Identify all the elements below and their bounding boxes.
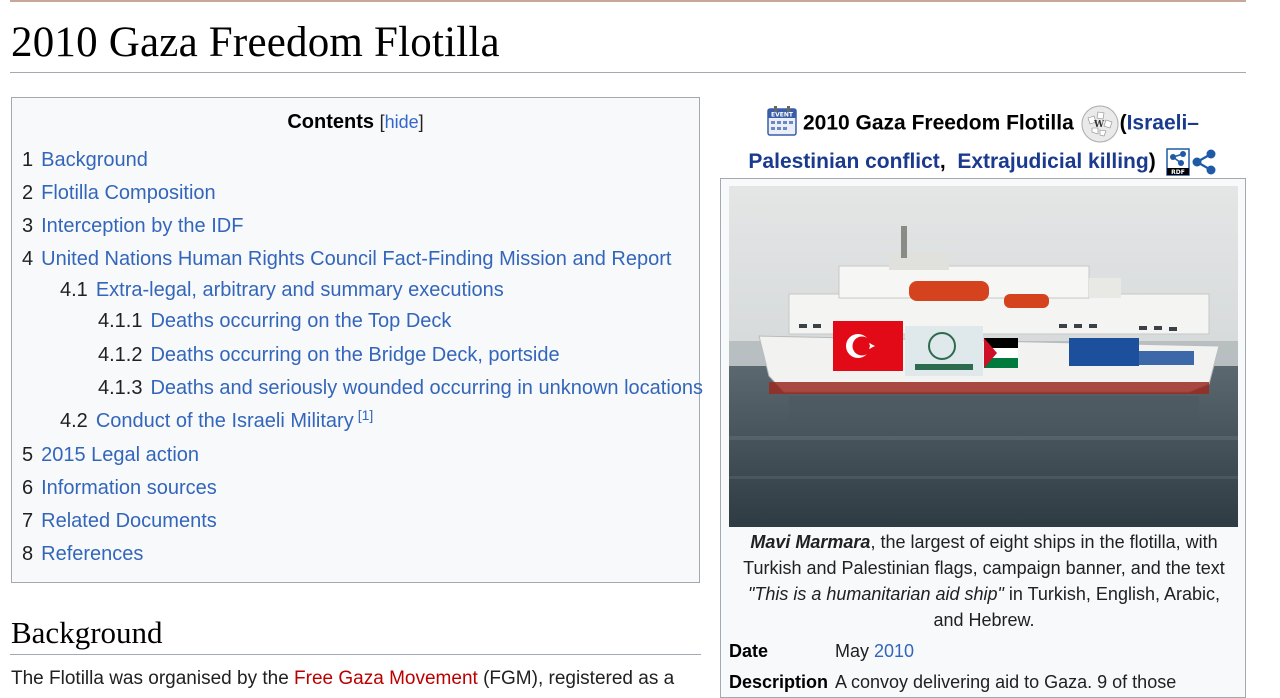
toc-item[interactable]: 4 United Nations Human Rights Council Fac… [22,248,671,271]
toc-link[interactable]: Related Documents [41,510,217,532]
infobox-title: EVENT 2010 Gaza Freedom Flotilla W (Isra… [720,104,1246,180]
mavi-marmara-photo[interactable] [729,186,1238,527]
toc-header: Contents [hide] [12,111,699,134]
toc-item[interactable]: 4.1.1 Deaths occurring on the Top Deck [98,310,451,333]
toc-link[interactable]: 2015 Legal action [41,444,199,466]
toc-link[interactable]: Deaths and seriously wounded occurring i… [150,377,703,399]
reference-superscript[interactable]: [1] [358,407,374,423]
toc-link[interactable]: Information sources [41,477,217,499]
toc-link[interactable]: Deaths occurring on the Bridge Deck, por… [150,344,559,366]
toc-link[interactable]: References [41,543,143,565]
event-calendar-icon: EVENT [767,106,797,136]
title-underline [10,72,1246,73]
svg-text:EVENT: EVENT [771,112,794,119]
toc-link[interactable]: Deaths occurring on the Top Deck [150,310,451,332]
section-underline [10,654,701,655]
toc-toggle: [hide] [379,112,424,132]
date-label: Date [729,641,769,661]
toc-item[interactable]: 5 2015 Legal action [22,444,199,467]
wikipedia-globe-icon[interactable]: W [1080,104,1120,144]
date-value: May 2010 [835,641,915,661]
toc-link[interactable]: Interception by the IDF [41,215,243,237]
free-gaza-movement-link[interactable]: Free Gaza Movement [294,668,478,689]
toc-item[interactable]: 4.1.3 Deaths and seriously wounded occurr… [98,377,703,400]
toc-item[interactable]: 8 References [22,543,143,566]
svg-text:W: W [1093,120,1105,130]
toc-item[interactable]: 7 Related Documents [22,510,217,533]
photo-caption: Mavi Marmara, the largest of eight ships… [743,532,1225,630]
svg-text:RDF: RDF [1171,169,1185,176]
extrajudicial-killing-link[interactable]: Extrajudicial killing [957,150,1148,173]
toc-item[interactable]: 4.2 Conduct of the Israeli Military [1] [60,407,374,433]
toc-link[interactable]: Flotilla Composition [41,182,216,204]
year-link[interactable]: 2010 [874,641,914,661]
table-of-contents: Contents [hide] 1 Background 2 Flotilla Co… [11,97,703,583]
toc-link[interactable]: Background [41,149,148,171]
toc-link[interactable]: Conduct of the Israeli Military [96,410,354,432]
infobox-title-text: 2010 Gaza Freedom Flotilla [802,111,1074,135]
section-heading-background: Background [11,615,163,650]
toc-item[interactable]: 6 Information sources [22,477,217,500]
toc-hide-link[interactable]: hide [385,112,419,132]
background-paragraph: The Flotilla was organised by the Free G… [11,668,675,689]
toc-heading: Contents [287,111,375,133]
toc-item[interactable]: 4.1 Extra-legal, arbitrary and summary ex… [60,279,504,302]
toc-link[interactable]: Extra-legal, arbitrary and summary execu… [96,279,504,301]
rdf-icon[interactable]: RDF [1165,148,1190,176]
infobox: Mavi Marmara, the largest of eight ships… [720,178,1246,698]
page-title: 2010 Gaza Freedom Flotilla [11,19,500,66]
share-graph-icon[interactable] [1190,148,1218,176]
top-border [10,0,1246,2]
toc-item[interactable]: 3 Interception by the IDF [22,215,243,238]
toc-item[interactable]: 4.1.2 Deaths occurring on the Bridge Deck… [98,344,560,367]
toc-item[interactable]: 2 Flotilla Composition [22,182,216,205]
toc-item[interactable]: 1 Background [22,149,148,172]
toc-link[interactable]: United Nations Human Rights Council Fact… [41,248,671,270]
